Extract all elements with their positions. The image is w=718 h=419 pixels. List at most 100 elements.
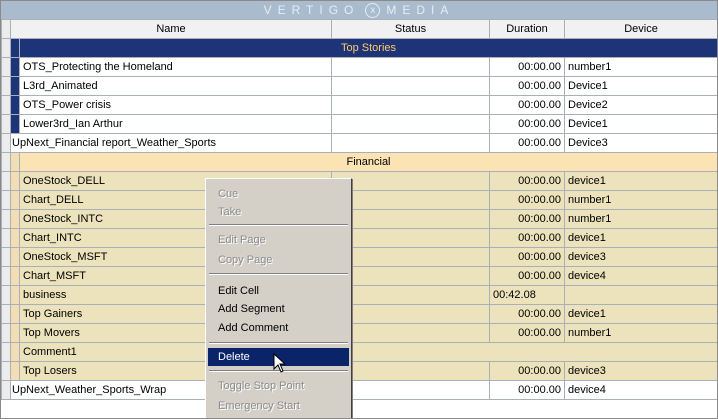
cell-status[interactable] [331, 323, 490, 343]
row-header[interactable] [1, 304, 11, 324]
row-header[interactable] [1, 171, 11, 191]
cell-device[interactable]: number1 [564, 323, 717, 343]
table-row[interactable]: UpNext_Weather_Sports_Wrap 00:00.00 devi… [1, 380, 717, 400]
cell-duration[interactable]: 00:00.00 [489, 209, 565, 229]
table-row[interactable]: business 00:42.08 [1, 285, 717, 305]
cell-duration[interactable]: 00:42.08 [489, 285, 565, 305]
cell-duration[interactable]: 00:00.00 [489, 304, 565, 324]
cell-status[interactable] [331, 57, 490, 77]
group-header-financial[interactable]: Financial [1, 152, 717, 172]
cell-duration[interactable]: 00:00.00 [489, 133, 565, 153]
cell-duration[interactable]: 00:00.00 [489, 266, 565, 286]
menu-item-copy-page[interactable]: Copy Page [208, 251, 349, 269]
cell-duration[interactable]: 00:00.00 [489, 228, 565, 248]
cell-duration[interactable]: 00:00.00 [489, 57, 565, 77]
menu-item-toggle-stop-point[interactable]: Toggle Stop Point [208, 377, 349, 395]
cell-duration[interactable]: 00:00.00 [489, 76, 565, 96]
cell-status[interactable] [331, 304, 490, 324]
cell-duration[interactable]: 00:00.00 [489, 380, 565, 400]
row-header[interactable] [1, 285, 11, 305]
cell-device[interactable]: Device1 [564, 114, 717, 134]
table-row[interactable]: L3rd_Animated 00:00.00 Device1 [1, 76, 717, 96]
cell-duration[interactable]: 00:00.00 [489, 361, 565, 381]
cell-status[interactable] [331, 133, 490, 153]
cell-device[interactable]: device4 [564, 266, 717, 286]
table-row[interactable]: Top Movers 00:00.00 number1 [1, 323, 717, 343]
row-header[interactable] [1, 247, 11, 267]
row-header[interactable] [1, 190, 11, 210]
column-header-name[interactable]: Name [10, 19, 332, 39]
row-header[interactable] [1, 76, 11, 96]
cell-comment[interactable]: Comment1 [19, 342, 717, 362]
row-header[interactable] [1, 57, 11, 77]
comment-row[interactable]: Comment1 [1, 342, 717, 362]
cell-duration[interactable]: 00:00.00 [489, 114, 565, 134]
row-header[interactable] [1, 228, 11, 248]
table-row[interactable]: Top Losers 00:00.00 device3 [1, 361, 717, 381]
row-header[interactable] [1, 133, 11, 153]
table-row[interactable]: Chart_DELL 00:00.00 number1 [1, 190, 717, 210]
cell-device[interactable]: Device3 [564, 133, 717, 153]
cell-status[interactable] [331, 285, 490, 305]
row-header[interactable] [1, 380, 11, 400]
row-header[interactable] [1, 361, 11, 381]
cell-status[interactable] [331, 114, 490, 134]
menu-item-take[interactable]: Take [208, 203, 349, 221]
row-header[interactable] [1, 95, 11, 115]
cell-status[interactable] [331, 266, 490, 286]
menu-item-edit-cell[interactable]: Edit Cell [208, 282, 349, 300]
table-row[interactable]: OneStock_MSFT 00:00.00 device3 [1, 247, 717, 267]
cell-device[interactable]: Device2 [564, 95, 717, 115]
cell-device[interactable]: device3 [564, 247, 717, 267]
cell-status[interactable] [331, 380, 490, 400]
table-row[interactable]: Chart_MSFT 00:00.00 device4 [1, 266, 717, 286]
cell-device[interactable]: device1 [564, 304, 717, 324]
cell-device[interactable]: number1 [564, 190, 717, 210]
column-header-duration[interactable]: Duration [489, 19, 565, 39]
cell-status[interactable] [331, 76, 490, 96]
cell-device[interactable]: device1 [564, 228, 717, 248]
table-row[interactable]: OTS_Power crisis 00:00.00 Device2 [1, 95, 717, 115]
cell-duration[interactable]: 00:00.00 [489, 190, 565, 210]
column-header-device[interactable]: Device [564, 19, 717, 39]
cell-name[interactable]: Lower3rd_Ian Arthur [19, 114, 332, 134]
row-header[interactable] [1, 266, 11, 286]
cell-status[interactable] [331, 247, 490, 267]
cell-device[interactable]: device4 [564, 380, 717, 400]
cell-status[interactable] [331, 190, 490, 210]
cell-duration[interactable]: 00:00.00 [489, 95, 565, 115]
menu-item-add-comment[interactable]: Add Comment [208, 319, 349, 337]
cell-device[interactable]: number1 [564, 209, 717, 229]
cell-device[interactable]: Device1 [564, 76, 717, 96]
cell-device[interactable] [564, 285, 717, 305]
menu-item-edit-page[interactable]: Edit Page [208, 231, 349, 249]
row-header[interactable] [1, 114, 11, 134]
cell-device[interactable]: number1 [564, 57, 717, 77]
menu-item-emergency-start[interactable]: Emergency Start [208, 397, 349, 415]
cell-device[interactable]: device1 [564, 171, 717, 191]
table-row[interactable]: OTS_Protecting the Homeland 00:00.00 num… [1, 57, 717, 77]
cell-status[interactable] [331, 228, 490, 248]
row-header[interactable] [1, 342, 11, 362]
row-header[interactable] [1, 323, 11, 343]
column-header-status[interactable]: Status [331, 19, 490, 39]
table-row[interactable]: Top Gainers 00:00.00 device1 [1, 304, 717, 324]
menu-item-cue[interactable]: Cue [208, 185, 349, 203]
table-row[interactable]: OneStock_INTC 00:00.00 number1 [1, 209, 717, 229]
cell-name[interactable]: UpNext_Financial report_Weather_Sports [10, 133, 332, 153]
cell-status[interactable] [331, 171, 490, 191]
table-row[interactable]: Chart_INTC 00:00.00 device1 [1, 228, 717, 248]
table-row[interactable]: UpNext_Financial report_Weather_Sports 0… [1, 133, 717, 153]
cell-name[interactable]: OTS_Protecting the Homeland [19, 57, 332, 77]
row-header[interactable] [1, 38, 11, 58]
cell-name[interactable]: OTS_Power crisis [19, 95, 332, 115]
cell-duration[interactable]: 00:00.00 [489, 247, 565, 267]
cell-status[interactable] [331, 209, 490, 229]
group-header-top-stories[interactable]: Top Stories [1, 38, 717, 58]
row-header[interactable] [1, 209, 11, 229]
cell-device[interactable]: device3 [564, 361, 717, 381]
table-row[interactable]: Lower3rd_Ian Arthur 00:00.00 Device1 [1, 114, 717, 134]
table-row[interactable]: OneStock_DELL 00:00.00 device1 [1, 171, 717, 191]
cell-status[interactable] [331, 95, 490, 115]
menu-item-add-segment[interactable]: Add Segment [208, 300, 349, 318]
